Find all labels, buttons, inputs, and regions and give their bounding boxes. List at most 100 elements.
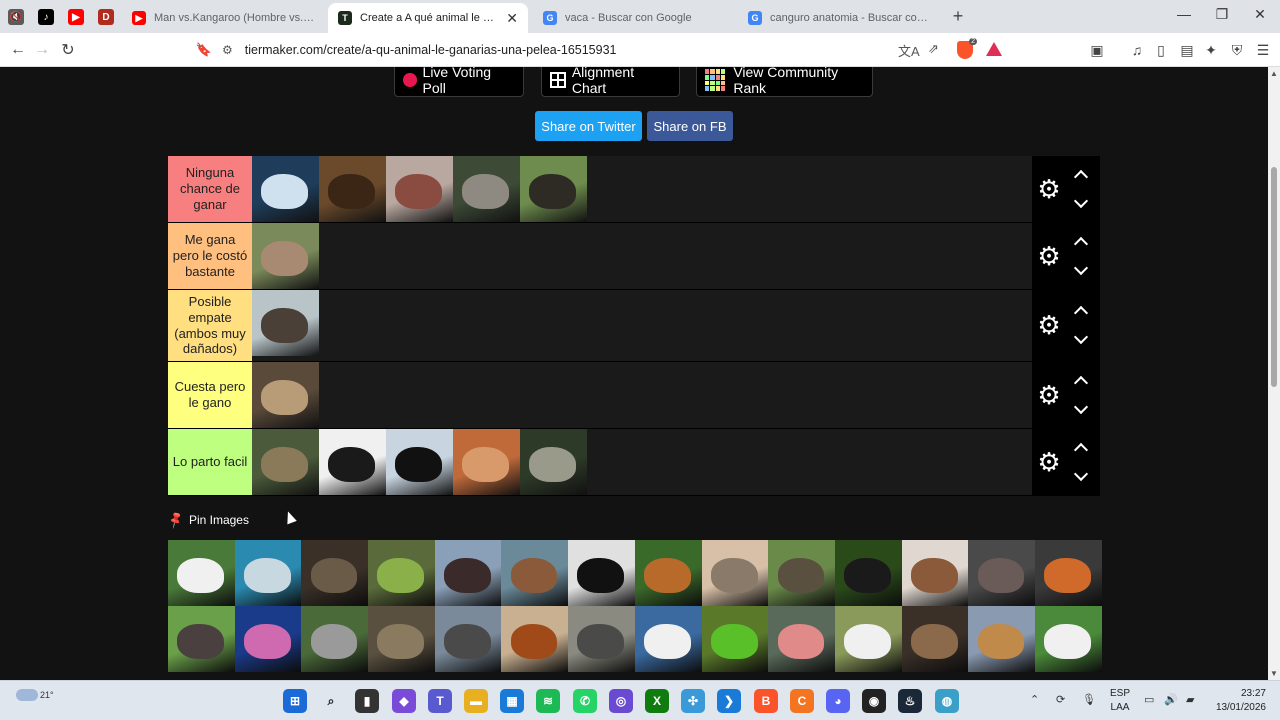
- animal-tile-flamingo[interactable]: [768, 606, 835, 672]
- animal-tile-cow[interactable]: [168, 540, 235, 606]
- animal-tile-zebra[interactable]: [834, 606, 902, 672]
- animal-tile-fox[interactable]: [1034, 540, 1102, 606]
- taskbar-xbox-icon[interactable]: X: [645, 689, 669, 713]
- language-indicator[interactable]: ESP LAA: [1110, 687, 1130, 715]
- animal-tile-polar-bear[interactable]: [634, 606, 702, 672]
- share-twitter-button[interactable]: Share on Twitter: [535, 111, 642, 141]
- move-tier-up-icon[interactable]: [1072, 304, 1090, 318]
- reload-button[interactable]: ↻: [58, 40, 78, 60]
- animal-tile-squirrel[interactable]: [634, 540, 702, 606]
- animal-tile-octopus[interactable]: [234, 606, 302, 672]
- taskbar-network-app-icon[interactable]: ✣: [681, 689, 705, 713]
- animal-tile-whale[interactable]: [252, 156, 319, 222]
- animal-tile-hippo[interactable]: [968, 540, 1035, 606]
- weather-widget[interactable]: 21°: [16, 689, 54, 701]
- alignment-chart-button[interactable]: Alignment Chart: [541, 67, 680, 97]
- site-info-icon[interactable]: ⚙: [222, 43, 233, 57]
- browser-tab[interactable]: T Create a A qué animal le ganaria ✕: [328, 3, 528, 33]
- brave-shields-icon[interactable]: 2: [957, 38, 977, 59]
- browser-tab[interactable]: ▶ Man vs.Kangaroo (Hombre vs. Cangu: [122, 3, 327, 33]
- tier-drop-zone[interactable]: [252, 429, 1032, 495]
- taskbar-discord-icon[interactable]: ◕: [826, 689, 850, 713]
- move-tier-up-icon[interactable]: [1072, 441, 1090, 455]
- animal-tile-orangutan[interactable]: [501, 606, 569, 672]
- animal-tile-tortoise[interactable]: [768, 540, 835, 606]
- animal-tile-panda[interactable]: [1034, 606, 1102, 672]
- scrollbar-thumb[interactable]: [1271, 167, 1277, 387]
- battery-icon[interactable]: ▰: [1186, 693, 1194, 706]
- window-close-button[interactable]: ✕: [1250, 6, 1270, 23]
- browser-tab[interactable]: Gcanguro anatomia - Buscar con Goog: [738, 3, 943, 33]
- dota-tab[interactable]: D: [94, 5, 118, 29]
- tier-label[interactable]: Posible empate (ambos muy dañados): [168, 290, 252, 361]
- volume-icon[interactable]: 🔊: [1164, 693, 1178, 706]
- taskbar-store-icon[interactable]: ▦: [500, 689, 524, 713]
- vpn-icon[interactable]: ⛨: [1228, 42, 1246, 59]
- animal-tile-owl[interactable]: [901, 606, 969, 672]
- animal-tile-ostrich[interactable]: [434, 540, 502, 606]
- forward-button[interactable]: →: [32, 40, 52, 60]
- tiktok-tab[interactable]: ♪: [34, 5, 58, 29]
- tier-drop-zone[interactable]: [252, 223, 1032, 289]
- animal-tile-deer[interactable]: [501, 540, 569, 606]
- share-fb-button[interactable]: Share on FB: [647, 111, 733, 141]
- new-tab-button[interactable]: +: [948, 6, 968, 27]
- animal-tile-walrus[interactable]: [386, 156, 453, 222]
- url-bar[interactable]: ⚙ tiermaker.com/create/a-qu-animal-le-ga…: [222, 38, 1012, 62]
- clock[interactable]: 23:27 13/01/2026: [1210, 687, 1266, 715]
- animal-tile-chameleon[interactable]: [368, 540, 435, 606]
- reader-mode-icon[interactable]: ▣: [1088, 42, 1106, 59]
- tier-drop-zone[interactable]: [252, 156, 1032, 222]
- taskbar-vscode-icon[interactable]: ❯: [717, 689, 741, 713]
- taskbar-whatsapp-icon[interactable]: ✆: [573, 689, 597, 713]
- menu-icon[interactable]: ☰: [1254, 42, 1272, 59]
- share-icon[interactable]: ⇗: [928, 41, 939, 57]
- animal-tile-hyena[interactable]: [368, 606, 435, 672]
- animal-tile-seal[interactable]: [568, 606, 635, 672]
- animal-tile-buffalo[interactable]: [520, 156, 587, 222]
- tier-drop-zone[interactable]: [252, 290, 1032, 361]
- tier-settings-gear-icon[interactable]: ⚙: [1036, 449, 1062, 475]
- taskbar-globe-app-icon[interactable]: ◍: [935, 689, 959, 713]
- animal-tile-emu[interactable]: [252, 290, 319, 356]
- animal-tile-crocodile[interactable]: [301, 540, 369, 606]
- taskbar-steam-icon[interactable]: ♨: [898, 689, 922, 713]
- move-tier-down-icon[interactable]: [1072, 263, 1090, 277]
- animal-tile-koala[interactable]: [301, 606, 369, 672]
- taskbar-crunchyroll-icon[interactable]: C: [790, 689, 814, 713]
- animal-tile-scorpion[interactable]: [319, 429, 386, 495]
- scroll-up-icon[interactable]: ▲: [1270, 69, 1278, 78]
- tier-label[interactable]: Lo parto facil: [168, 429, 252, 495]
- animal-tile-gorilla[interactable]: [834, 540, 902, 606]
- animal-tile-snake[interactable]: [252, 362, 319, 428]
- move-tier-up-icon[interactable]: [1072, 374, 1090, 388]
- scroll-down-icon[interactable]: ▼: [1270, 669, 1278, 678]
- animal-tile-sloth[interactable]: [252, 429, 319, 495]
- tier-settings-gear-icon[interactable]: ⚙: [1036, 243, 1062, 269]
- tier-settings-gear-icon[interactable]: ⚙: [1036, 382, 1062, 408]
- tier-label[interactable]: Me gana pero le costó bastante: [168, 223, 252, 289]
- taskbar-teams-icon[interactable]: T: [428, 689, 452, 713]
- back-button[interactable]: ←: [8, 40, 28, 60]
- tier-label[interactable]: Ninguna chance de ganar: [168, 156, 252, 222]
- animal-tile-meerkat[interactable]: [453, 429, 520, 495]
- animal-tile-crow[interactable]: [568, 540, 635, 606]
- animal-tile-penguin[interactable]: [386, 429, 453, 495]
- animal-tile-kangaroo[interactable]: [252, 223, 319, 289]
- move-tier-down-icon[interactable]: [1072, 332, 1090, 346]
- animal-tile-armadillo[interactable]: [701, 540, 769, 606]
- move-tier-down-icon[interactable]: [1072, 469, 1090, 483]
- browser-tab[interactable]: Gvaca - Buscar con Google: [533, 3, 738, 33]
- bookmark-icon[interactable]: 🔖: [194, 40, 214, 60]
- taskbar-obs-icon[interactable]: ◉: [862, 689, 886, 713]
- media-icon[interactable]: ♫: [1128, 42, 1146, 58]
- animal-tile-pangolin[interactable]: [520, 429, 587, 495]
- taskbar-task-view-icon[interactable]: ▮: [355, 689, 379, 713]
- tier-settings-gear-icon[interactable]: ⚙: [1036, 176, 1062, 202]
- taskbar-proton-icon[interactable]: ◎: [609, 689, 633, 713]
- window-restore-button[interactable]: ❐: [1212, 6, 1232, 23]
- animal-tile-bear[interactable]: [319, 156, 386, 222]
- animal-tile-giraffe[interactable]: [968, 606, 1035, 672]
- url-text[interactable]: tiermaker.com/create/a-qu-animal-le-gana…: [245, 43, 617, 57]
- taskbar-spotify-icon[interactable]: ≋: [536, 689, 560, 713]
